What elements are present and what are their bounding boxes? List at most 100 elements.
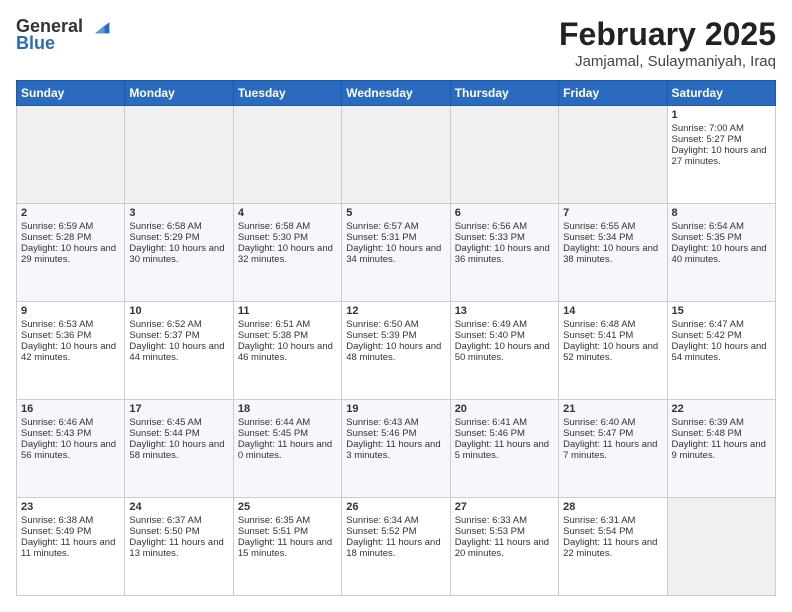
table-row: 12Sunrise: 6:50 AMSunset: 5:39 PMDayligh… (342, 302, 450, 400)
table-row: 2 Sunrise: 6:59 AMSunset: 5:28 PMDaylight… (17, 204, 125, 302)
col-wednesday: Wednesday (342, 81, 450, 106)
table-row: 8Sunrise: 6:54 AMSunset: 5:35 PMDaylight… (667, 204, 775, 302)
table-row: 23Sunrise: 6:38 AMSunset: 5:49 PMDayligh… (17, 498, 125, 596)
day-info: Daylight: 10 hours and 50 minutes. (455, 341, 554, 363)
day-info: Daylight: 11 hours and 15 minutes. (238, 537, 337, 559)
day-info: Sunset: 5:36 PM (21, 330, 120, 341)
table-row: 1Sunrise: 7:00 AMSunset: 5:27 PMDaylight… (667, 106, 775, 204)
calendar-week-row: 9 Sunrise: 6:53 AMSunset: 5:36 PM Daylight… (17, 302, 776, 400)
day-info: Sunset: 5:47 PM (563, 428, 662, 439)
day-info: Sunset: 5:30 PM (238, 232, 337, 243)
day-number: 20 (455, 403, 554, 415)
day-info: Sunset: 5:46 PM (346, 428, 445, 439)
day-info: Sunrise: 6:54 AM (672, 221, 771, 232)
table-row: 13Sunrise: 6:49 AMSunset: 5:40 PMDayligh… (450, 302, 558, 400)
day-info: Daylight: 10 hours and 44 minutes. (129, 341, 228, 363)
day-info: Daylight: 10 hours and 58 minutes. (129, 439, 228, 461)
day-number: 22 (672, 403, 771, 415)
calendar-week-row: 16Sunrise: 6:46 AMSunset: 5:43 PMDayligh… (17, 400, 776, 498)
day-info: Sunset: 5:31 PM (346, 232, 445, 243)
day-info: Daylight: 10 hours and 36 minutes. (455, 243, 554, 265)
day-number: 17 (129, 403, 228, 415)
day-number: 11 (238, 305, 337, 317)
day-number: 21 (563, 403, 662, 415)
day-info: Sunset: 5:46 PM (455, 428, 554, 439)
day-number: 27 (455, 501, 554, 513)
table-row (125, 106, 233, 204)
table-row: 5Sunrise: 6:57 AMSunset: 5:31 PMDaylight… (342, 204, 450, 302)
table-row: 4Sunrise: 6:58 AMSunset: 5:30 PMDaylight… (233, 204, 341, 302)
day-info: Sunset: 5:28 PM (21, 232, 120, 243)
table-row (17, 106, 125, 204)
table-row: 11 Sunrise: 6:51 AMSunset: 5:38 PMDayligh… (233, 302, 341, 400)
day-info: Daylight: 10 hours and 56 minutes. (21, 439, 120, 461)
day-info: Sunrise: 7:00 AM (672, 123, 771, 134)
day-info: Sunrise: 6:34 AM (346, 515, 445, 526)
table-row: 9Sunrise: 6:53 AMSunset: 5:36 PMDaylight… (17, 302, 125, 400)
day-info: Daylight: 10 hours and 27 minutes. (672, 145, 771, 167)
day-info: Sunrise: 6:40 AM (563, 417, 662, 428)
day-number: 12 (346, 305, 445, 317)
day-info: Sunset: 5:53 PM (455, 526, 554, 537)
day-info: Daylight: 11 hours and 20 minutes. (455, 537, 554, 559)
day-number: 6 (455, 207, 554, 219)
day-info: Sunrise: 6:48 AM (563, 319, 662, 330)
day-info: Sunset: 5:43 PM (21, 428, 120, 439)
day-info: Sunrise: 6:53 AM (21, 319, 120, 330)
day-info: Daylight: 11 hours and 9 minutes. (672, 439, 771, 461)
day-info: Sunset: 5:27 PM (672, 134, 771, 145)
day-info: Sunset: 5:42 PM (672, 330, 771, 341)
day-info: Daylight: 10 hours and 29 minutes. (21, 243, 120, 265)
table-row: 18Sunrise: 6:44 AMSunset: 5:45 PMDayligh… (233, 400, 341, 498)
table-row (342, 106, 450, 204)
day-info: Sunrise: 6:47 AM (672, 319, 771, 330)
day-number: 28 (563, 501, 662, 513)
day-number: 16 (21, 403, 120, 415)
day-info: Daylight: 11 hours and 5 minutes. (455, 439, 554, 461)
day-info: Daylight: 10 hours and 46 minutes. (238, 341, 337, 363)
day-number: 10 (129, 305, 228, 317)
day-info: Sunset: 5:41 PM (563, 330, 662, 341)
day-info: Sunrise: 6:49 AM (455, 319, 554, 330)
table-row (559, 106, 667, 204)
day-info: Sunset: 5:38 PM (238, 330, 337, 341)
day-info: Sunrise: 6:39 AM (672, 417, 771, 428)
logo: General Blue (16, 16, 111, 54)
header: General Blue February 2025 Jamjamal, Sul… (16, 16, 776, 70)
table-row: 25Sunrise: 6:35 AMSunset: 5:51 PMDayligh… (233, 498, 341, 596)
day-info: Sunset: 5:49 PM (21, 526, 120, 537)
day-number: 14 (563, 305, 662, 317)
day-number: 2 (21, 207, 120, 219)
col-thursday: Thursday (450, 81, 558, 106)
day-number: 9 (21, 305, 120, 317)
calendar-week-row: 23Sunrise: 6:38 AMSunset: 5:49 PMDayligh… (17, 498, 776, 596)
table-row (450, 106, 558, 204)
day-info: Sunrise: 6:51 AM (238, 319, 337, 330)
day-info: Daylight: 11 hours and 7 minutes. (563, 439, 662, 461)
day-info: Sunrise: 6:52 AM (129, 319, 228, 330)
table-row: 19Sunrise: 6:43 AMSunset: 5:46 PMDayligh… (342, 400, 450, 498)
day-info: Daylight: 10 hours and 54 minutes. (672, 341, 771, 363)
day-info: Sunrise: 6:46 AM (21, 417, 120, 428)
table-row: 24Sunrise: 6:37 AMSunset: 5:50 PMDayligh… (125, 498, 233, 596)
table-row: 28Sunrise: 6:31 AMSunset: 5:54 PMDayligh… (559, 498, 667, 596)
day-info: Sunrise: 6:50 AM (346, 319, 445, 330)
table-row: 6Sunrise: 6:56 AMSunset: 5:33 PMDaylight… (450, 204, 558, 302)
table-row: 27Sunrise: 6:33 AMSunset: 5:53 PMDayligh… (450, 498, 558, 596)
table-row: 10Sunrise: 6:52 AMSunset: 5:37 PMDayligh… (125, 302, 233, 400)
day-info: Sunrise: 6:57 AM (346, 221, 445, 232)
day-info: Sunset: 5:39 PM (346, 330, 445, 341)
day-info: Daylight: 11 hours and 13 minutes. (129, 537, 228, 559)
day-info: Sunrise: 6:35 AM (238, 515, 337, 526)
calendar-table: Sunday Monday Tuesday Wednesday Thursday… (16, 80, 776, 596)
table-row: 3Sunrise: 6:58 AMSunset: 5:29 PMDaylight… (125, 204, 233, 302)
day-info: Sunrise: 6:38 AM (21, 515, 120, 526)
day-info: Daylight: 10 hours and 32 minutes. (238, 243, 337, 265)
page: General Blue February 2025 Jamjamal, Sul… (0, 0, 792, 612)
day-info: Daylight: 10 hours and 30 minutes. (129, 243, 228, 265)
day-number: 19 (346, 403, 445, 415)
day-info: Sunrise: 6:59 AM (21, 221, 120, 232)
day-info: Sunrise: 6:41 AM (455, 417, 554, 428)
day-info: Daylight: 11 hours and 22 minutes. (563, 537, 662, 559)
table-row: 15Sunrise: 6:47 AMSunset: 5:42 PMDayligh… (667, 302, 775, 400)
